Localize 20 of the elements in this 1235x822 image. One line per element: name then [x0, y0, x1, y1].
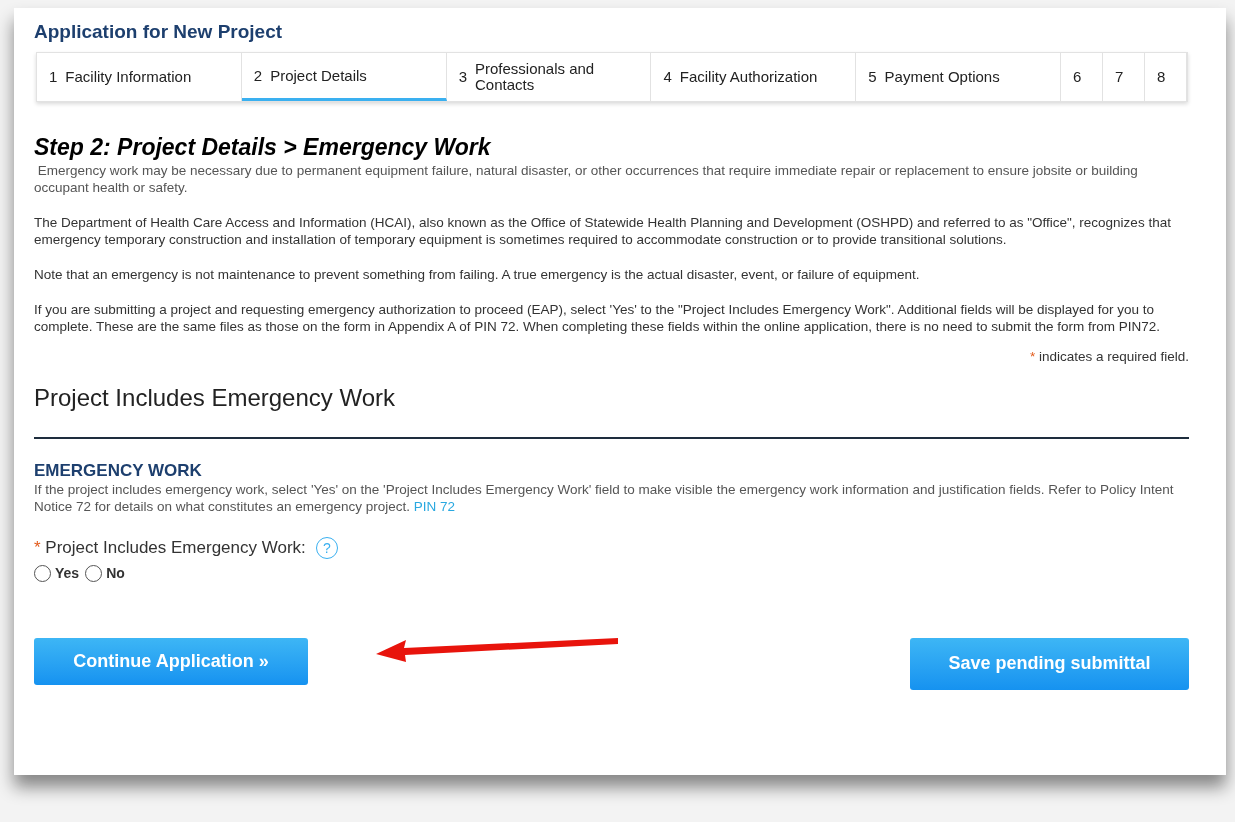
subsection-description: If the project includes emergency work, select 'Yes' on the 'Project Includes Emergency Work' field to make visible the emergency work information and justification fields. Refer to Policy Intent Notice 72 for details on what constitutes an emergency project. PIN 72	[34, 481, 1175, 516]
step-tab[interactable]: 8	[1145, 53, 1187, 101]
paragraph: If you are submitting a project and requesting emergency authorization to proceed (EAP), select 'Yes' to the "Project Includes Emergency Work". Additional fields will be displayed for you to complete. These are the same files as those on the form in Appendix A of PIN 72. When completing these fields within the online application, there is no need to submit the form from PIN72.	[34, 301, 1162, 335]
field-label: * Project Includes Emergency Work:	[34, 537, 306, 560]
step-tab[interactable]: 7	[1103, 53, 1146, 101]
section-title: Project Includes Emergency Work	[34, 383, 397, 414]
radio-option[interactable]: No	[85, 562, 125, 584]
page-title: Application for New Project	[34, 20, 284, 44]
paragraph: Note that an emergency is not maintenance to prevent something from failing. A true emergency is the actual disaster, event, or failure of equipment.	[34, 266, 921, 283]
step-tab[interactable]: 5 Payment Options	[856, 53, 1062, 101]
step-tab[interactable]: 1 Facility Information	[37, 53, 242, 101]
step-heading: Step 2: Project Details > Emergency Work	[34, 134, 492, 160]
paragraph: Emergency work may be necessary due to permanent equipment failure, natural disaster, or other occurrences that require immediate repair or replacement to ensure jobsite or building occupant health or safety.	[34, 162, 1139, 196]
radio-option[interactable]: Yes	[34, 562, 80, 584]
paragraph: The Department of Health Care Access and Information (HCAI), also known as the Office of Statewide Health Planning and Development (OSHPD) and referred to as "Office", recognizes that emergency temporary construction and installation of temporary equipment is sometimes required to accommodate construction or to provide transitional solutions.	[34, 214, 1172, 248]
step-tab[interactable]: 4 Facility Authorization	[651, 53, 857, 101]
step-tab[interactable]: 6	[1061, 53, 1104, 101]
subsection-title: EMERGENCY WORK	[34, 461, 203, 482]
required-note: * indicates a required field.	[1029, 348, 1189, 366]
step-tab[interactable]: 2 Project Details	[241, 53, 447, 101]
